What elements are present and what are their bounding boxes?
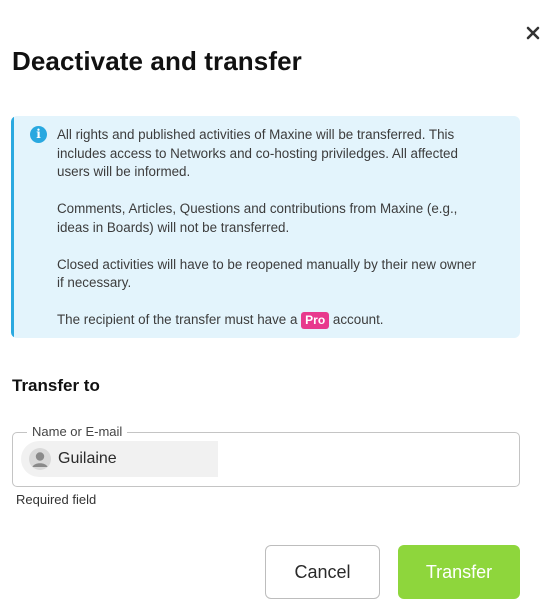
recipient-field-label: Name or E-mail (27, 424, 128, 440)
recipient-text-after: account. (332, 312, 384, 327)
pro-badge: Pro (301, 312, 330, 329)
info-paragraph-rights: All rights and published activities of M… (57, 127, 458, 179)
selected-user-chip[interactable]: Guilaine (21, 441, 218, 477)
close-icon (526, 26, 540, 40)
info-notice: i All rights and published activities of… (11, 116, 520, 338)
info-icon: i (30, 126, 47, 143)
recipient-text-before: The recipient of the transfer must have … (57, 312, 298, 327)
cancel-button[interactable]: Cancel (265, 545, 380, 599)
selected-user-name: Guilaine (58, 450, 117, 467)
user-avatar-icon (29, 448, 51, 470)
transfer-button[interactable]: Transfer (398, 545, 520, 599)
info-paragraph-comments: Comments, Articles, Questions and contri… (57, 201, 458, 235)
required-field-hint: Required field (16, 492, 97, 507)
close-button[interactable] (524, 24, 542, 42)
transfer-section-title: Transfer to (12, 376, 100, 395)
info-paragraph-recipient: The recipient of the transfer must have … (57, 311, 477, 330)
info-accent-bar (11, 116, 14, 338)
info-paragraph-closed: Closed activities will have to be reopen… (57, 256, 477, 291)
recipient-field[interactable]: Name or E-mail Guilaine (12, 424, 520, 487)
dialog-title: Deactivate and transfer (12, 46, 302, 76)
info-text: All rights and published activities of M… (57, 126, 477, 330)
